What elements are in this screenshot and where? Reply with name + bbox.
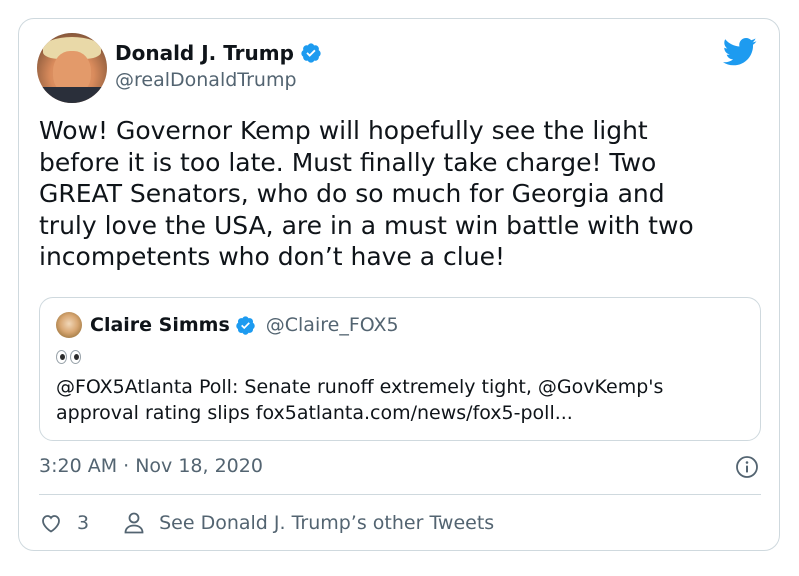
verified-badge-icon — [236, 315, 255, 335]
quoted-author-avatar[interactable] — [56, 312, 82, 338]
eye-right — [70, 350, 81, 364]
tweet-actions: 3 See Donald J. Trump’s other Tweets — [39, 511, 494, 535]
author-avatar[interactable] — [37, 33, 107, 103]
person-icon[interactable] — [123, 511, 145, 535]
info-icon[interactable] — [735, 455, 759, 479]
like-count[interactable]: 3 — [77, 512, 89, 534]
tweet-card: Donald J. Trump @realDonaldTrump Wow! Go… — [18, 18, 780, 551]
avatar-suit — [37, 87, 107, 103]
quoted-tweet[interactable]: Claire Simms @Claire_FOX5 @FOX5Atlanta P… — [39, 297, 761, 441]
author-name-row: Donald J. Trump — [115, 41, 322, 65]
footer-divider — [39, 494, 761, 495]
heart-icon[interactable] — [39, 511, 63, 535]
see-other-tweets-link[interactable]: See Donald J. Trump’s other Tweets — [159, 512, 494, 534]
tweet-text: Wow! Governor Kemp will hopefully see th… — [39, 116, 694, 271]
author-handle[interactable]: @realDonaldTrump — [115, 69, 297, 91]
verified-badge-icon — [301, 43, 321, 63]
eyes-emoji-icon — [56, 350, 81, 364]
quoted-author-name: Claire Simms — [90, 314, 230, 336]
tweet-timestamp[interactable]: 3:20 AM · Nov 18, 2020 — [39, 455, 263, 477]
quoted-name-row: Claire Simms @Claire_FOX5 — [90, 314, 399, 336]
twitter-bird-icon[interactable] — [723, 37, 757, 67]
author-name[interactable]: Donald J. Trump — [115, 41, 294, 65]
quoted-author-handle: @Claire_FOX5 — [265, 314, 399, 336]
quoted-tweet-text: @FOX5Atlanta Poll: Senate runoff extreme… — [56, 376, 664, 424]
eye-left — [56, 350, 67, 364]
